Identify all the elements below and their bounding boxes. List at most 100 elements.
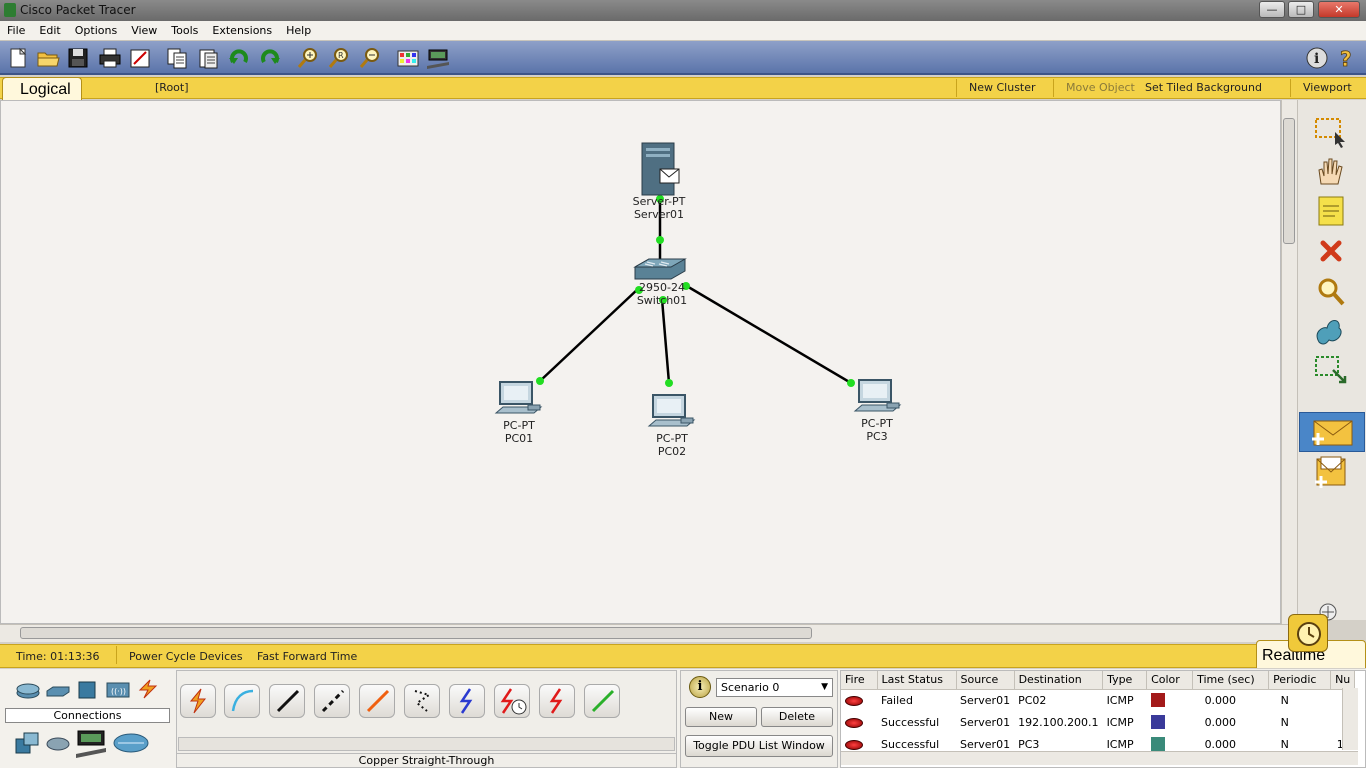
fiber-icon[interactable] [359, 684, 395, 718]
pdu-horizontal-scrollbar[interactable] [841, 751, 1358, 765]
link-switch-pc3[interactable] [684, 283, 852, 385]
menu-help[interactable]: Help [279, 21, 318, 37]
undo-icon[interactable] [227, 46, 251, 70]
col-time[interactable]: Time (sec) [1192, 671, 1270, 690]
octal-cable-icon[interactable] [584, 684, 620, 718]
redo-icon[interactable] [258, 46, 282, 70]
close-button[interactable]: ✕ [1318, 1, 1360, 18]
print-icon[interactable] [98, 46, 122, 70]
vertical-scroll-thumb[interactable] [1283, 118, 1295, 244]
device-model: Server-PT [632, 195, 686, 208]
maximize-button[interactable]: □ [1288, 1, 1314, 18]
resize-shape-icon[interactable] [1311, 352, 1349, 386]
automatic-connection-icon[interactable] [180, 684, 216, 718]
pdu-vertical-scrollbar[interactable] [1342, 688, 1358, 750]
col-fire[interactable]: Fire [841, 671, 878, 690]
place-note-icon[interactable] [1311, 194, 1349, 228]
activity-wizard-icon[interactable] [128, 46, 152, 70]
col-num[interactable]: Nu [1330, 671, 1356, 690]
inspect-icon[interactable] [1311, 274, 1349, 308]
col-type[interactable]: Type [1102, 671, 1148, 690]
pc-icon[interactable] [647, 394, 696, 427]
open-folder-icon[interactable] [36, 46, 60, 70]
zoom-out-icon[interactable] [358, 46, 382, 70]
custom-device-icon[interactable] [426, 46, 450, 70]
pc-icon[interactable] [494, 381, 543, 414]
menu-view[interactable]: View [124, 21, 164, 37]
menu-options[interactable]: Options [68, 21, 124, 37]
phone-cable-icon[interactable] [404, 684, 440, 718]
col-periodic[interactable]: Periodic [1268, 671, 1332, 690]
move-object-button[interactable]: Move Object [1066, 81, 1135, 94]
viewport-button[interactable]: Viewport [1303, 81, 1352, 94]
new-scenario-button[interactable]: New [685, 707, 757, 727]
toggle-pdu-list-button[interactable]: Toggle PDU List Window [685, 735, 833, 757]
coaxial-cable-icon[interactable] [449, 684, 485, 718]
menu-edit[interactable]: Edit [32, 21, 67, 37]
wan-emulation-category-icon[interactable] [45, 733, 71, 755]
link-switch-pc02[interactable] [660, 298, 671, 384]
delete-scenario-button[interactable]: Delete [761, 707, 833, 727]
zoom-reset-icon[interactable]: R [327, 46, 351, 70]
move-layout-hand-icon[interactable] [1311, 154, 1349, 188]
menu-file[interactable]: File [0, 21, 32, 37]
fire-icon[interactable] [845, 717, 863, 728]
link-light [656, 236, 664, 244]
save-icon[interactable] [66, 46, 90, 70]
pdu-periodic: N [1280, 715, 1289, 729]
copper-cross-over-icon[interactable] [314, 684, 350, 718]
divider [1053, 79, 1054, 97]
zoom-in-icon[interactable] [296, 46, 320, 70]
fast-forward-time-button[interactable]: Fast Forward Time [257, 650, 357, 663]
end-devices-category-icon[interactable] [14, 731, 42, 755]
switch-icon[interactable] [633, 258, 687, 280]
col-source[interactable]: Source [956, 671, 1015, 690]
routers-category-icon[interactable] [14, 679, 42, 701]
fire-icon[interactable] [845, 695, 863, 706]
custom-devices-category-icon[interactable] [74, 728, 108, 758]
console-cable-icon[interactable] [224, 684, 260, 718]
breadcrumb-root[interactable]: [Root] [155, 81, 189, 94]
connections-category-icon[interactable] [134, 678, 162, 700]
select-tool-icon[interactable] [1311, 114, 1349, 148]
add-simple-pdu-icon[interactable] [1299, 412, 1365, 452]
menu-tools[interactable]: Tools [164, 21, 205, 37]
menu-extensions[interactable]: Extensions [205, 21, 279, 37]
fire-icon[interactable] [845, 739, 863, 750]
new-file-icon[interactable] [6, 46, 30, 70]
connections-scrollbar[interactable] [178, 737, 675, 751]
palette-icon[interactable] [396, 46, 420, 70]
paste-icon[interactable] [196, 46, 220, 70]
add-complex-pdu-icon[interactable] [1311, 454, 1349, 488]
new-cluster-button[interactable]: New Cluster [969, 81, 1036, 94]
col-last-status[interactable]: Last Status [877, 671, 957, 690]
delete-icon[interactable] [1311, 234, 1349, 268]
col-destination[interactable]: Destination [1014, 671, 1104, 690]
copper-straight-through-icon[interactable] [269, 684, 305, 718]
server-icon[interactable] [641, 142, 680, 196]
pdu-row[interactable]: Failed Server01 PC02 ICMP 0.000 N 0 [841, 689, 1355, 711]
pdu-row[interactable]: Successful Server01 192.100.200.1 ICMP 0… [841, 711, 1355, 733]
hubs-category-icon[interactable] [75, 679, 99, 701]
horizontal-scroll-thumb[interactable] [20, 627, 812, 639]
scenario-select[interactable]: Scenario 0 ▼ [716, 678, 833, 697]
draw-shape-icon[interactable] [1311, 314, 1362, 348]
set-tiled-background-button[interactable]: Set Tiled Background [1145, 81, 1262, 94]
realtime-clock-icon[interactable] [1288, 614, 1328, 652]
chevron-down-icon: ▼ [821, 682, 828, 692]
help-icon[interactable]: ? [1335, 46, 1359, 72]
logical-canvas[interactable]: Server-PT Server01 2950-24 Switch01 PC-P… [0, 100, 1281, 624]
multiuser-connection-category-icon[interactable] [112, 731, 150, 755]
minimize-button[interactable]: — [1259, 1, 1285, 18]
serial-dte-icon[interactable] [539, 684, 575, 718]
pc-icon[interactable] [853, 379, 902, 412]
svg-text:i: i [1314, 51, 1319, 67]
scenario-info-icon[interactable]: i [689, 676, 711, 698]
switches-category-icon[interactable] [44, 679, 72, 701]
wireless-category-icon[interactable]: ((·)) [104, 679, 132, 701]
power-cycle-devices-button[interactable]: Power Cycle Devices [129, 650, 243, 663]
info-icon[interactable]: i [1305, 46, 1329, 70]
col-color[interactable]: Color [1146, 671, 1194, 690]
serial-dce-icon[interactable] [494, 684, 530, 718]
copy-icon[interactable] [165, 46, 189, 70]
